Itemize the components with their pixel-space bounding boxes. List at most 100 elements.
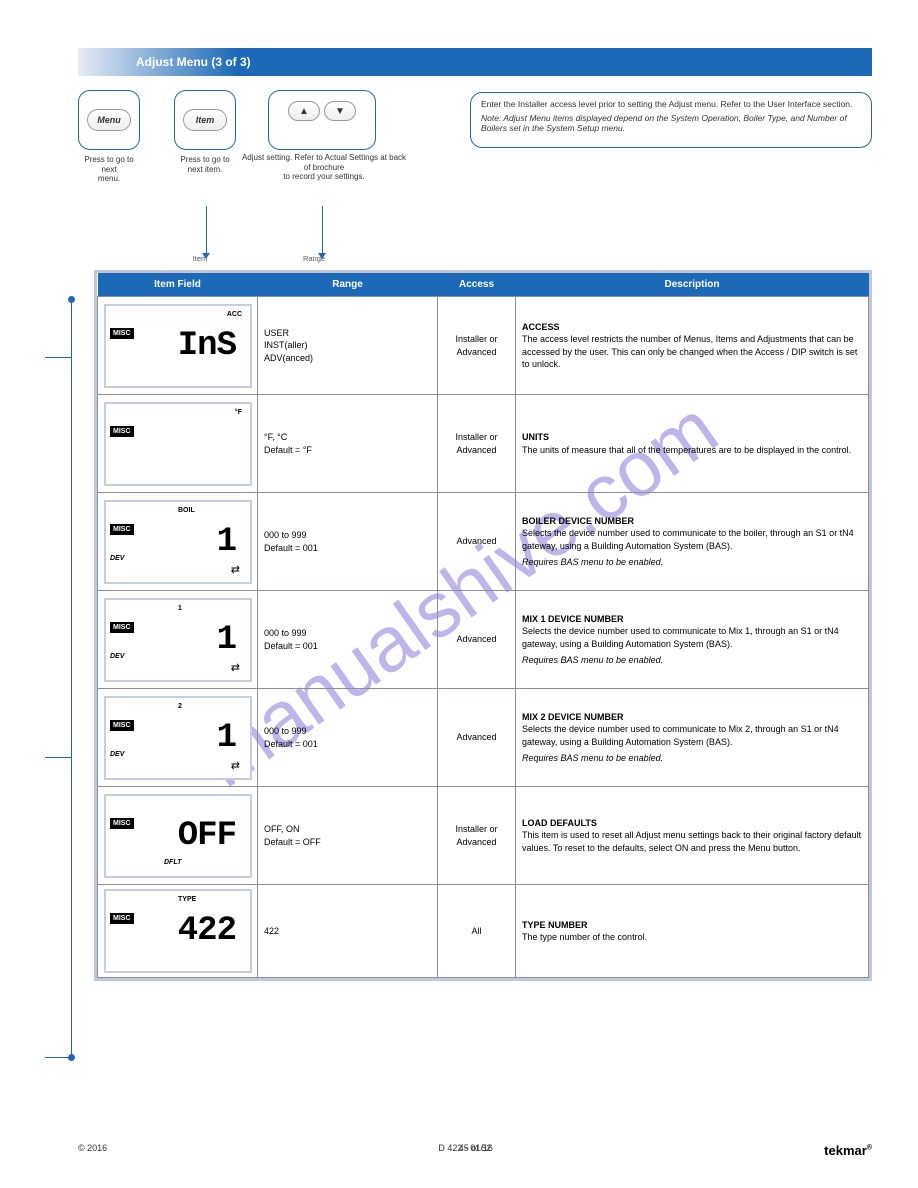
arrows-legend: Adjust setting. Refer to Actual Settings… [239, 153, 409, 182]
range-cell: 422 [258, 885, 438, 978]
lcd-flag-top: °F [235, 408, 242, 417]
th-item-field: Item Field [98, 273, 258, 297]
lcd-cell: MISC DFLTOFF [98, 787, 258, 885]
lcd-cell: MISC °F [98, 395, 258, 493]
arrows-group: ▲ ▼ [288, 101, 356, 121]
description-cell: TYPE NUMBERThe type number of the contro… [516, 885, 869, 978]
col-sub-range: Range [294, 254, 334, 263]
header-note-line1: Enter the Installer access level prior t… [481, 99, 861, 110]
lcd-flag-sup: BOIL [178, 506, 195, 515]
footer-page: 45 of 52 [459, 1143, 492, 1153]
menu-legend: Press to go to next menu. [79, 155, 139, 184]
access-cell: Advanced [438, 591, 516, 689]
menu-oval-icon: Menu [87, 109, 131, 131]
left-rail [71, 297, 72, 1057]
th-description: Description [516, 273, 869, 297]
page-content: Adjust Menu (3 of 3) Menu Press to go to… [78, 48, 872, 981]
up-arrow-icon: ▲ [288, 101, 320, 121]
table-row: MISC DEV 2 1⇄ 000 to 999Default = 001Advance… [98, 689, 869, 787]
table-row: MISC ACC InS USERINST(aller)ADV(anced)Insta… [98, 297, 869, 395]
lcd-misc-label: MISC [110, 818, 134, 829]
lcd-digits: 1 [217, 520, 236, 566]
lcd-display: MISC °F [104, 402, 252, 486]
adjust-table-wrap: Item Field Range Access Description MISC… [94, 270, 872, 981]
lcd-digits: 422 [178, 909, 236, 955]
lcd-display: MISC TYPE 422 [104, 889, 252, 973]
table-row: MISC °F °F, °CDefault = °FInstaller or Adv… [98, 395, 869, 493]
lcd-misc-label: MISC [110, 913, 134, 924]
lcd-misc-label: MISC [110, 328, 134, 339]
lcd-dev-label: DEV [110, 750, 124, 759]
lcd-display: MISCDEV11⇄ [104, 598, 252, 682]
menu-button-ref: Menu Press to go to next menu. [78, 90, 140, 150]
table-row: MISC DEV BOIL 1⇄ 000 to 999Default = 001Adva… [98, 493, 869, 591]
lcd-cell: MISCDEV11⇄ [98, 591, 258, 689]
down-arrow-icon: ▼ [324, 101, 356, 121]
connector-arrow [322, 206, 323, 258]
lcd-network-icon: ⇄ [231, 563, 240, 578]
range-cell: °F, °CDefault = °F [258, 395, 438, 493]
footer-copyright: © 2016 [78, 1143, 107, 1158]
lcd-display: MISC DEV BOIL 1⇄ [104, 500, 252, 584]
footer: © 2016 D 422 - 01/16 45 of 52 tekmar® [78, 1143, 872, 1158]
button-row: Menu Press to go to next menu. Item Pres… [78, 90, 872, 150]
access-cell: Advanced [438, 689, 516, 787]
adjust-table: Item Field Range Access Description MISC… [97, 273, 869, 978]
header-note-box: Enter the Installer access level prior t… [470, 92, 872, 148]
lcd-cell: MISC DEV 2 1⇄ [98, 689, 258, 787]
lcd-digits: 1 [217, 618, 236, 664]
lcd-misc-label: MISC [110, 720, 134, 731]
lcd-digits: InS [178, 324, 236, 370]
item-button-ref: Item Press to go to next item. [174, 90, 236, 150]
footer-brand: tekmar® [824, 1143, 872, 1158]
description-cell: ACCESSThe access level restricts the num… [516, 297, 869, 395]
lcd-cell: MISC ACC InS [98, 297, 258, 395]
lcd-flag-sup: TYPE [178, 895, 196, 904]
lcd-display: MISC ACC InS [104, 304, 252, 388]
lcd-dev-label: DEV [110, 652, 124, 661]
description-cell: MIX 2 DEVICE NUMBERSelects the device nu… [516, 689, 869, 787]
lcd-network-icon: ⇄ [231, 661, 240, 676]
range-cell: 000 to 999Default = 001 [258, 493, 438, 591]
access-cell: Advanced [438, 493, 516, 591]
access-cell: Installer or Advanced [438, 787, 516, 885]
table-row: MISCTYPE422422AllTYPE NUMBERThe type num… [98, 885, 869, 978]
lcd-display: MISC DEV 2 1⇄ [104, 696, 252, 780]
lcd-dflt-label: DFLT [164, 858, 181, 867]
connector-item [206, 206, 207, 258]
lcd-dev-label: DEV [110, 554, 124, 563]
lcd-misc-label: MISC [110, 524, 134, 535]
range-cell: USERINST(aller)ADV(anced) [258, 297, 438, 395]
table-row: MISC DFLTOFF OFF, ONDefault = OFFInstaller… [98, 787, 869, 885]
section-header: Adjust Menu (3 of 3) [78, 48, 872, 76]
access-cell: Installer or Advanced [438, 395, 516, 493]
table-row: MISCDEV11⇄000 to 999Default = 001Advance… [98, 591, 869, 689]
access-cell: All [438, 885, 516, 978]
th-access: Access [438, 273, 516, 297]
lcd-cell: MISC DEV BOIL 1⇄ [98, 493, 258, 591]
lcd-flag-sup: 1 [178, 604, 182, 613]
description-cell: UNITSThe units of measure that all of th… [516, 395, 869, 493]
arrows-button-ref: ▲ ▼ Adjust setting. Refer to Actual Sett… [268, 90, 376, 150]
lcd-display: MISC DFLTOFF [104, 794, 252, 878]
th-range: Range [258, 273, 438, 297]
lcd-digits: OFF [178, 814, 236, 860]
item-oval-icon: Item [183, 109, 227, 131]
description-cell: LOAD DEFAULTSThis item is used to reset … [516, 787, 869, 885]
description-cell: MIX 1 DEVICE NUMBERSelects the device nu… [516, 591, 869, 689]
access-cell: Installer or Advanced [438, 297, 516, 395]
description-cell: BOILER DEVICE NUMBERSelects the device n… [516, 493, 869, 591]
lcd-misc-label: MISC [110, 426, 134, 437]
range-cell: OFF, ONDefault = OFF [258, 787, 438, 885]
lcd-misc-label: MISC [110, 622, 134, 633]
item-legend: Press to go to next item. [175, 155, 235, 174]
lcd-flag-top: ACC [227, 310, 242, 319]
lcd-flag-sup: 2 [178, 702, 182, 711]
lcd-network-icon: ⇄ [231, 759, 240, 774]
range-cell: 000 to 999Default = 001 [258, 689, 438, 787]
lcd-cell: MISC TYPE 422 [98, 885, 258, 978]
col-sub-item: Item [180, 254, 220, 263]
lcd-digits: 1 [217, 716, 236, 762]
range-cell: 000 to 999Default = 001 [258, 591, 438, 689]
header-note-line2: Note: Adjust Menu items displayed depend… [481, 113, 861, 133]
